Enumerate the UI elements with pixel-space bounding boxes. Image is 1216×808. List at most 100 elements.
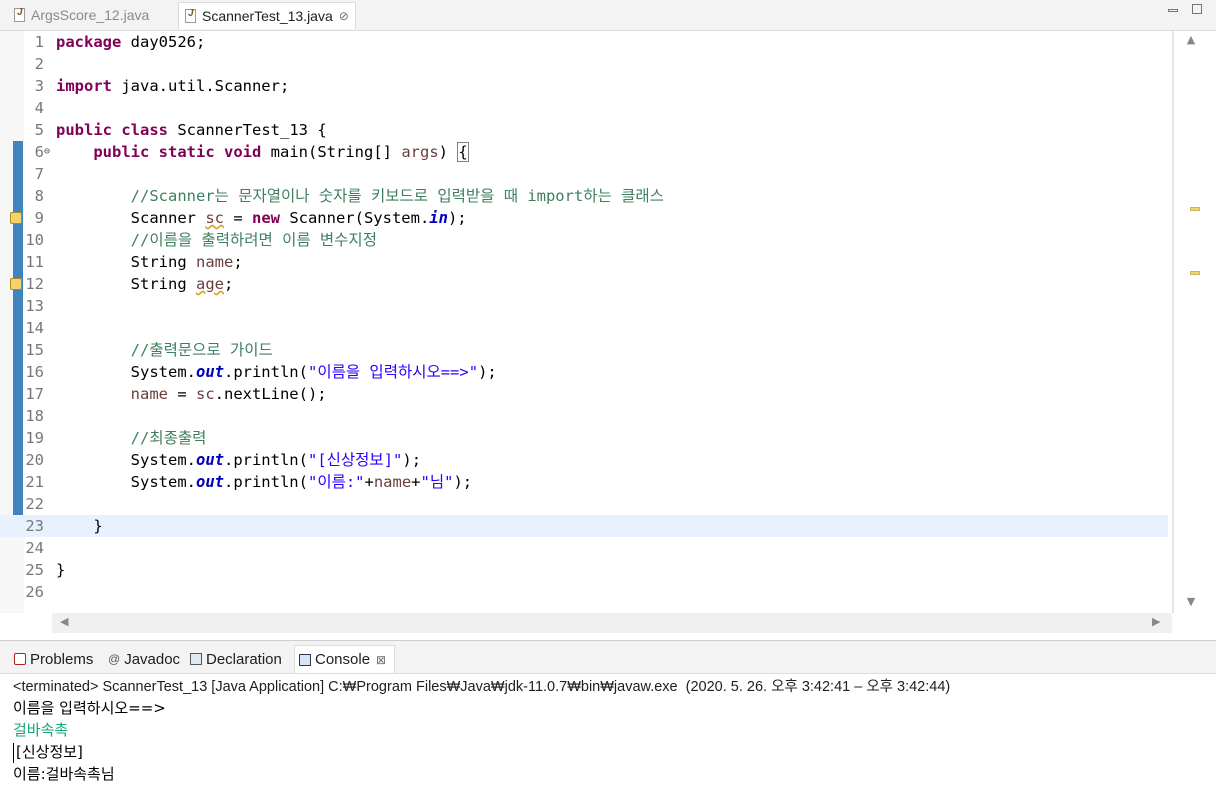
code-line[interactable]: 18 [0, 405, 1168, 427]
scroll-down-icon[interactable]: ▼ [1172, 595, 1210, 608]
code-line[interactable]: 23 } [0, 515, 1168, 537]
close-icon[interactable]: ⊘ [339, 9, 349, 23]
line-number: 10 [25, 231, 44, 249]
warning-overview-marker[interactable] [1190, 207, 1200, 211]
scroll-left-icon[interactable]: ◀ [60, 615, 68, 628]
code-line[interactable]: 9 Scanner sc = new Scanner(System.in); [0, 207, 1168, 229]
tab-problems[interactable]: Problems [10, 645, 93, 673]
tab-label: Console [315, 651, 371, 668]
code-line[interactable]: 6 public static void main(String[] args)… [0, 141, 1168, 163]
line-number: 2 [34, 55, 44, 73]
code-text[interactable]: } [56, 515, 102, 537]
console-line: [신상정보] [16, 743, 83, 761]
line-number: 24 [25, 539, 44, 557]
line-number: 1 [34, 33, 44, 51]
line-number: 13 [25, 297, 44, 315]
panel-tab-bar: Problems @ Javadoc Declaration Console ⊠ [0, 641, 1216, 674]
tab-argsscore[interactable]: ArgsScore_12.java [14, 2, 149, 28]
line-number: 11 [25, 253, 44, 271]
tab-console[interactable]: Console ⊠ [294, 645, 396, 673]
line-number: 25 [25, 561, 44, 579]
tab-declaration[interactable]: Declaration [186, 645, 282, 673]
code-line[interactable]: 2 [0, 53, 1168, 75]
tab-label: ScannerTest_13.java [202, 8, 333, 24]
code-text[interactable]: public class ScannerTest_13 { [56, 119, 327, 141]
tab-label: Javadoc [124, 650, 181, 668]
code-line[interactable]: 16 System.out.println("이름을 입력하시오==>"); [0, 361, 1168, 383]
code-text[interactable]: //최종출력 [56, 427, 207, 449]
code-line[interactable]: 19 //최종출력 [0, 427, 1168, 449]
horizontal-scrollbar[interactable]: ◀ ▶ [52, 613, 1172, 633]
code-line[interactable]: 10 //이름을 출력하려면 이름 변수지정 [0, 229, 1168, 251]
code-line[interactable]: 1 package day0526; [0, 31, 1168, 53]
java-file-icon [185, 8, 196, 23]
code-text[interactable]: System.out.println("이름:"+name+"님"); [56, 471, 472, 493]
console-line: 이름:걸바속촉님 [13, 765, 115, 783]
code-line[interactable]: 13 [0, 295, 1168, 317]
code-text[interactable]: System.out.println("이름을 입력하시오==>"); [56, 361, 497, 383]
code-line[interactable]: 4 [0, 97, 1168, 119]
warning-icon[interactable] [10, 278, 22, 290]
code-line[interactable]: 21 System.out.println("이름:"+name+"님"); [0, 471, 1168, 493]
code-line[interactable]: 20 System.out.println("[신상정보]"); [0, 449, 1168, 471]
line-number: 6 [34, 143, 44, 161]
code-line[interactable]: 12 String age; [0, 273, 1168, 295]
code-line[interactable]: 22 [0, 493, 1168, 515]
code-line[interactable]: 11 String name; [0, 251, 1168, 273]
tab-scannertest[interactable]: ScannerTest_13.java ⊘ [178, 2, 356, 29]
line-number: 20 [25, 451, 44, 469]
code-line[interactable]: 7 [0, 163, 1168, 185]
minimize-icon[interactable] [1168, 9, 1178, 12]
scroll-up-icon[interactable]: ▲ [1172, 33, 1210, 46]
java-file-icon [14, 7, 25, 22]
scroll-right-icon[interactable]: ▶ [1152, 615, 1160, 628]
window-controls [1168, 4, 1202, 14]
code-line[interactable]: 8 //Scanner는 문자열이나 숫자를 키보드로 입력받을 때 impor… [0, 185, 1168, 207]
tab-javadoc[interactable]: @ Javadoc [104, 645, 180, 673]
code-line[interactable]: 26 [0, 581, 1168, 603]
close-icon[interactable]: ⊠ [376, 653, 386, 667]
code-line[interactable]: 5 public class ScannerTest_13 { [0, 119, 1168, 141]
vertical-scrollbar[interactable]: ▲ ▼ [1172, 31, 1210, 613]
line-number: 12 [25, 275, 44, 293]
line-number: 7 [34, 165, 44, 183]
code-line[interactable]: 3 import java.util.Scanner; [0, 75, 1168, 97]
code-line[interactable]: 14 [0, 317, 1168, 339]
code-text[interactable]: import java.util.Scanner; [56, 75, 289, 97]
line-number: 4 [34, 99, 44, 117]
line-number: 17 [25, 385, 44, 403]
code-line[interactable]: 15 //출력문으로 가이드 [0, 339, 1168, 361]
code-text[interactable]: Scanner sc = new Scanner(System.in); [56, 207, 467, 229]
line-number: 22 [25, 495, 44, 513]
code-text[interactable]: package day0526; [56, 31, 205, 53]
code-text[interactable]: System.out.println("[신상정보]"); [56, 449, 421, 471]
code-text[interactable]: //Scanner는 문자열이나 숫자를 키보드로 입력받을 때 import하… [56, 185, 664, 207]
line-number: 15 [25, 341, 44, 359]
javadoc-icon: @ [108, 652, 121, 666]
code-text[interactable]: //이름을 출력하려면 이름 변수지정 [56, 229, 377, 251]
code-line[interactable]: 24 [0, 537, 1168, 559]
line-number: 16 [25, 363, 44, 381]
code-line[interactable]: 25} [0, 559, 1168, 581]
bottom-panel: Problems @ Javadoc Declaration Console ⊠… [0, 640, 1216, 808]
code-text[interactable]: String name; [56, 251, 243, 273]
text-caret [13, 743, 14, 763]
console-icon [299, 653, 311, 666]
fold-collapse-icon[interactable]: ⊖ [44, 141, 50, 163]
code-text[interactable]: String age; [56, 273, 234, 295]
line-number: 14 [25, 319, 44, 337]
line-number: 19 [25, 429, 44, 447]
maximize-icon[interactable] [1192, 4, 1202, 14]
warning-overview-marker[interactable] [1190, 271, 1200, 275]
code-text[interactable]: //출력문으로 가이드 [56, 339, 273, 361]
line-number: 21 [25, 473, 44, 491]
code-text[interactable]: } [56, 559, 65, 581]
console-status: <terminated> ScannerTest_13 [Java Applic… [13, 679, 951, 695]
warning-icon[interactable] [10, 212, 22, 224]
code-text[interactable]: name = sc.nextLine(); [56, 383, 327, 405]
code-line[interactable]: 17 name = sc.nextLine(); [0, 383, 1168, 405]
declaration-icon [190, 653, 202, 665]
code-editor[interactable]: 1 package day0526; 2 3 import java.util.Scan… [0, 31, 1210, 633]
problems-icon [14, 653, 26, 665]
code-text[interactable]: public static void main(String[] args) { [56, 141, 469, 163]
